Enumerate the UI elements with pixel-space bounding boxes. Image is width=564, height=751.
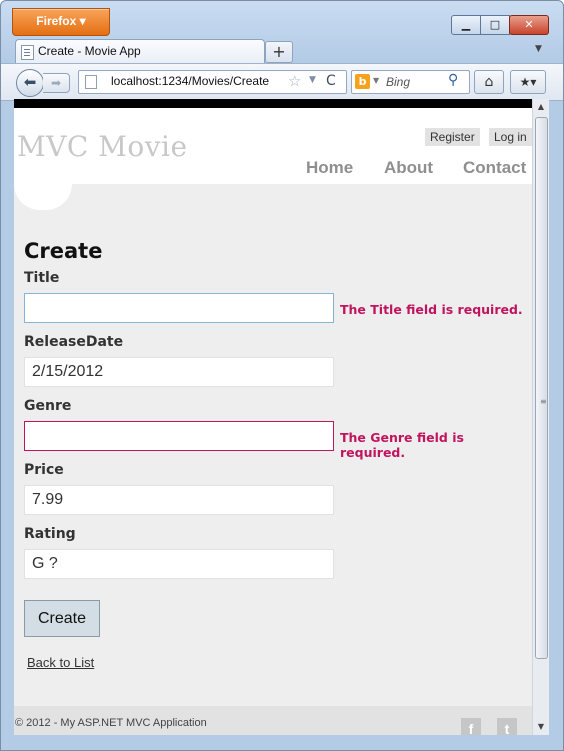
search-placeholder[interactable]: Bing — [386, 75, 410, 89]
site-identity-icon[interactable] — [85, 75, 97, 89]
close-icon: ✕ — [524, 18, 534, 31]
navigation-toolbar: ⬅ ➡ localhost:1234/Movies/Create ☆ ▼ C b… — [1, 63, 563, 101]
history-dropdown-icon[interactable]: ▼ — [309, 75, 316, 85]
facebook-icon[interactable]: f — [461, 718, 481, 735]
back-button[interactable]: ⬅ — [16, 69, 44, 97]
page-viewport: MVC Movie Register Log in Home About Con… — [14, 99, 532, 735]
firefox-menu-button[interactable]: Firefox ▾ — [12, 8, 110, 36]
scroll-up-icon[interactable]: ▲ — [533, 99, 549, 115]
chevron-down-icon: ▾ — [79, 14, 86, 28]
release-date-label: ReleaseDate — [24, 334, 124, 350]
grip-icon: ≡ — [540, 397, 547, 406]
forward-button[interactable]: ➡ — [43, 73, 70, 93]
bookmarks-icon: ★▾ — [519, 75, 537, 89]
title-label: Title — [24, 270, 60, 286]
nav-contact-link[interactable]: Contact — [463, 158, 526, 178]
top-band — [14, 99, 532, 108]
site-header: MVC Movie Register Log in Home About Con… — [14, 108, 532, 184]
header-decoration — [14, 184, 72, 210]
genre-error: The Genre field is required. — [340, 430, 464, 460]
forward-arrow-icon: ➡ — [50, 76, 62, 90]
scroll-down-icon[interactable]: ▼ — [533, 719, 549, 735]
reload-icon[interactable]: C — [326, 73, 336, 89]
genre-label: Genre — [24, 398, 72, 414]
minimize-icon: ▁ — [461, 18, 471, 31]
release-date-input[interactable] — [24, 357, 334, 387]
tab-active[interactable]: Create - Movie App — [15, 39, 265, 64]
tab-bar: Create - Movie App + ▼ — [1, 37, 563, 64]
create-button[interactable]: Create — [24, 600, 100, 637]
home-button[interactable]: ⌂ — [474, 70, 504, 94]
tab-list-icon[interactable]: ▼ — [535, 44, 542, 54]
back-arrow-icon: ⬅ — [23, 73, 37, 91]
rating-input[interactable] — [24, 549, 334, 579]
address-bar[interactable]: localhost:1234/Movies/Create ☆ ▼ C — [78, 70, 347, 94]
minimize-button[interactable]: ▁ — [451, 15, 481, 35]
register-link[interactable]: Register — [425, 128, 480, 146]
site-footer: © 2012 - My ASP.NET MVC Application f t — [14, 706, 532, 735]
site-title[interactable]: MVC Movie — [17, 130, 188, 163]
price-input[interactable] — [24, 485, 334, 515]
genre-input[interactable] — [24, 421, 334, 451]
bookmark-star-icon[interactable]: ☆ — [288, 72, 301, 90]
url-text[interactable]: localhost:1234/Movies/Create — [111, 74, 269, 88]
nav-home-link[interactable]: Home — [306, 158, 353, 178]
back-forward-group: ⬅ ➡ — [16, 69, 74, 97]
engine-dropdown-icon[interactable]: ▼ — [373, 76, 379, 85]
title-error: The Title field is required. — [340, 302, 523, 317]
price-label: Price — [24, 462, 64, 478]
maximize-button[interactable]: □ — [480, 15, 510, 35]
page-icon — [21, 45, 34, 60]
footer-copyright: © 2012 - My ASP.NET MVC Application — [15, 717, 207, 729]
title-bar: Firefox ▾ ▁ □ ✕ — [1, 1, 563, 37]
scrollbar-thumb[interactable]: ≡ — [535, 117, 548, 659]
title-input[interactable] — [24, 293, 334, 323]
home-icon: ⌂ — [484, 74, 494, 90]
twitter-icon[interactable]: t — [497, 718, 517, 735]
nav-about-link[interactable]: About — [384, 158, 433, 178]
bing-engine-icon[interactable]: b — [355, 74, 370, 89]
maximize-icon: □ — [489, 18, 501, 31]
rating-label: Rating — [24, 526, 76, 542]
new-tab-button[interactable]: + — [265, 41, 293, 63]
login-link[interactable]: Log in — [489, 128, 532, 146]
tab-title: Create - Movie App — [38, 44, 141, 58]
vertical-scrollbar[interactable]: ▲ ≡ ▼ — [532, 99, 549, 735]
search-icon[interactable]: ⚲ — [448, 72, 458, 88]
page-title: Create — [24, 239, 103, 263]
firefox-menu-label: Firefox — [36, 14, 77, 28]
browser-window: Firefox ▾ ▁ □ ✕ Create - Movie App + ▼ ⬅… — [0, 0, 564, 751]
close-button[interactable]: ✕ — [509, 15, 549, 35]
bookmarks-button[interactable]: ★▾ — [510, 70, 546, 94]
search-bar[interactable]: b ▼ Bing ⚲ — [351, 70, 470, 94]
back-to-list-link[interactable]: Back to List — [27, 655, 94, 670]
